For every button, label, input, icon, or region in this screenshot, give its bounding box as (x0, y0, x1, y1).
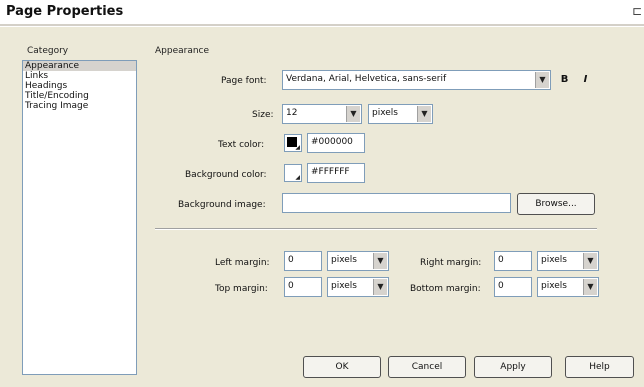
title-bar: Page Properties ⊏ (0, 0, 644, 24)
top-margin-label: Top margin: (215, 284, 268, 294)
size-unit-select[interactable]: pixels ▼ (368, 104, 433, 124)
chevron-down-icon[interactable]: ▼ (417, 106, 431, 122)
chevron-down-icon[interactable]: ▼ (583, 279, 597, 295)
right-margin-unit-value: pixels (541, 255, 567, 265)
category-item-headings[interactable]: Headings (23, 81, 136, 91)
chevron-down-icon: ◢ (295, 174, 300, 181)
chevron-down-icon[interactable]: ▼ (535, 72, 549, 88)
background-color-swatch[interactable]: ◢ (284, 164, 302, 182)
category-list[interactable]: Appearance Links Headings Title/Encoding… (22, 60, 137, 375)
close-icon[interactable]: ⊏ (632, 4, 642, 18)
text-color-label: Text color: (218, 140, 265, 150)
page-font-label: Page font: (221, 76, 267, 86)
background-color-field[interactable]: #FFFFFF (307, 163, 365, 183)
cancel-button[interactable]: Cancel (388, 356, 466, 378)
background-image-field[interactable] (282, 193, 511, 213)
bottom-margin-field[interactable]: 0 (494, 277, 532, 297)
page-properties-dialog: Page Properties ⊏ Category Appearance Ap… (0, 0, 644, 387)
title-separator (0, 24, 644, 27)
appearance-header: Appearance (155, 46, 210, 56)
left-margin-label: Left margin: (215, 258, 270, 268)
chevron-down-icon[interactable]: ▼ (373, 279, 387, 295)
italic-button[interactable]: I (578, 71, 593, 89)
background-image-label: Background image: (178, 200, 266, 210)
left-margin-unit-select[interactable]: pixels ▼ (327, 251, 389, 271)
top-margin-unit-select[interactable]: pixels ▼ (327, 277, 389, 297)
size-select[interactable]: 12 ▼ (282, 104, 362, 124)
right-margin-label: Right margin: (420, 258, 482, 268)
dialog-title: Page Properties (6, 4, 124, 19)
text-color-swatch[interactable]: ◢ (284, 134, 302, 152)
browse-button[interactable]: Browse... (517, 193, 595, 215)
chevron-down-icon: ◢ (295, 144, 300, 151)
right-margin-field[interactable]: 0 (494, 251, 532, 271)
category-item-title-encoding[interactable]: Title/Encoding (23, 91, 136, 101)
section-divider (155, 228, 597, 230)
top-margin-unit-value: pixels (331, 281, 357, 291)
page-font-select[interactable]: Verdana, Arial, Helvetica, sans-serif ▼ (282, 70, 551, 90)
bottom-margin-unit-value: pixels (541, 281, 567, 291)
category-item-tracing-image[interactable]: Tracing Image (23, 101, 136, 111)
size-label: Size: (252, 110, 274, 120)
left-margin-unit-value: pixels (331, 255, 357, 265)
chevron-down-icon[interactable]: ▼ (373, 253, 387, 269)
top-margin-field[interactable]: 0 (284, 277, 322, 297)
left-margin-field[interactable]: 0 (284, 251, 322, 271)
ok-button[interactable]: OK (303, 356, 381, 378)
text-color-field[interactable]: #000000 (307, 133, 365, 153)
page-font-value: Verdana, Arial, Helvetica, sans-serif (286, 74, 447, 84)
category-item-links[interactable]: Links (23, 71, 136, 81)
chevron-down-icon[interactable]: ▼ (346, 106, 360, 122)
help-button[interactable]: Help (565, 356, 634, 378)
category-item-appearance[interactable]: Appearance (23, 61, 136, 71)
bottom-margin-label: Bottom margin: (410, 284, 481, 294)
bold-button[interactable]: B (557, 71, 572, 89)
right-margin-unit-select[interactable]: pixels ▼ (537, 251, 599, 271)
bottom-margin-unit-select[interactable]: pixels ▼ (537, 277, 599, 297)
apply-button[interactable]: Apply (474, 356, 552, 378)
size-value: 12 (286, 108, 298, 118)
size-unit-value: pixels (372, 108, 398, 118)
category-header: Category (27, 46, 69, 56)
background-color-label: Background color: (185, 170, 267, 180)
chevron-down-icon[interactable]: ▼ (583, 253, 597, 269)
